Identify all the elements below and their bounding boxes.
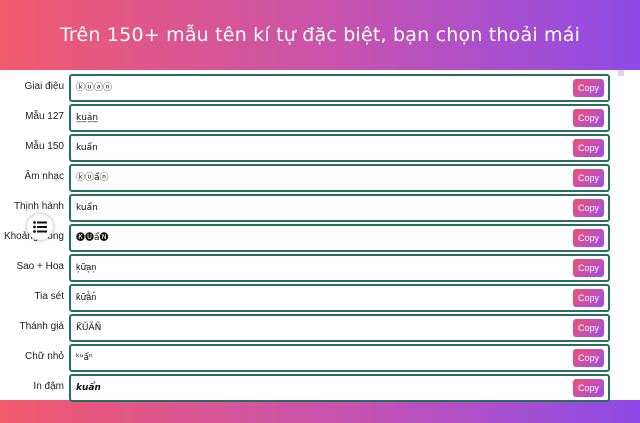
table-row: Khoảng trống 🅚🅤ẩ🅝 Copy — [0, 223, 640, 253]
table-row: Mẫu 127 k̲u̲ả̲n̲ Copy — [0, 103, 640, 133]
table-row: Mẫu 150 kuẩn Copy — [0, 133, 640, 163]
floating-menu-button[interactable] — [27, 214, 53, 240]
styled-name-field[interactable]: k͛ữâ͛n͛ Copy — [69, 284, 610, 312]
styled-name-value: ⓚⓤⓐⓝ — [76, 83, 113, 93]
style-label: Mẫu 150 — [25, 141, 64, 152]
copy-button[interactable]: Copy — [573, 199, 604, 217]
copy-button[interactable]: Copy — [573, 109, 604, 127]
copy-button[interactable]: Copy — [573, 379, 604, 397]
table-row: In đậm kuẩn Copy — [0, 373, 640, 403]
styled-name-field[interactable]: k̲u̲ả̲n̲ Copy — [69, 104, 610, 132]
style-label: Âm nhạc — [24, 171, 64, 182]
copy-button[interactable]: Copy — [573, 289, 604, 307]
styled-name-value: kuẩn — [76, 383, 101, 393]
styled-name-field[interactable]: kuẩn Copy — [69, 134, 610, 162]
font-style-list: Giai điệu ⓚⓤⓐⓝ Copy Mẫu 127 k̲u̲ả̲n̲ Copy Mẫu … — [0, 73, 640, 403]
font-list-panel: Giai điệu ⓚⓤⓐⓝ Copy Mẫu 127 k̲u̲ả̲n̲ Copy Mẫu … — [0, 70, 640, 403]
copy-button[interactable]: Copy — [573, 229, 604, 247]
table-row: Chữ nhỏ ᵏᵘẩⁿ Copy — [0, 343, 640, 373]
style-label: Giai điệu — [24, 81, 64, 92]
styled-name-value: kuẩn — [76, 203, 98, 213]
styled-name-value: k̲u̲ả̲n̲ — [76, 113, 99, 123]
styled-name-value: k͛ữâ͛n͛ — [76, 293, 97, 303]
styled-name-field[interactable]: ⓚⓤẩⓝ Copy — [69, 164, 610, 192]
style-label: Chữ nhỏ — [25, 351, 64, 362]
table-row: Giai điệu ⓚⓤⓐⓝ Copy — [0, 73, 640, 103]
copy-button[interactable]: Copy — [573, 259, 604, 277]
styled-name-field[interactable]: 🅚🅤ẩ🅝 Copy — [69, 224, 610, 252]
list-icon — [33, 221, 47, 233]
table-row: Thịnh hành kuẩn Copy — [0, 193, 640, 223]
table-row: Sao + Hoa k͙ữa͙n͙ Copy — [0, 253, 640, 283]
styled-name-value: K̃ŨÃÑ — [76, 323, 102, 333]
page-title: Trên 150+ mẫu tên kí tự đặc biệt, bạn ch… — [59, 24, 581, 46]
styled-name-value: k͙ữa͙n͙ — [76, 263, 97, 273]
styled-name-field[interactable]: ⓚⓤⓐⓝ Copy — [69, 74, 610, 102]
style-label: Tia sét — [34, 291, 64, 302]
style-label: Sao + Hoa — [16, 261, 64, 272]
style-label: Mẫu 127 — [25, 111, 64, 122]
styled-name-value: 🅚🅤ẩ🅝 — [76, 233, 109, 243]
copy-button[interactable]: Copy — [573, 349, 604, 367]
table-row: Tia sét k͛ữâ͛n͛ Copy — [0, 283, 640, 313]
table-row: Thánh giá K̃ŨÃÑ Copy — [0, 313, 640, 343]
footer-gradient-strip — [0, 400, 640, 423]
copy-button[interactable]: Copy — [573, 79, 604, 97]
styled-name-field[interactable]: K̃ŨÃÑ Copy — [69, 314, 610, 342]
styled-name-value: kuẩn — [76, 143, 98, 153]
styled-name-field[interactable]: k͙ữa͙n͙ Copy — [69, 254, 610, 282]
table-row: Âm nhạc ⓚⓤẩⓝ Copy — [0, 163, 640, 193]
styled-name-field[interactable]: ᵏᵘẩⁿ Copy — [69, 344, 610, 372]
copy-button[interactable]: Copy — [573, 319, 604, 337]
style-label: In đậm — [33, 381, 64, 392]
header-banner: Trên 150+ mẫu tên kí tự đặc biệt, bạn ch… — [0, 0, 640, 70]
styled-name-value: ᵏᵘẩⁿ — [76, 353, 93, 363]
copy-button[interactable]: Copy — [573, 139, 604, 157]
style-label: Thánh giá — [19, 321, 64, 332]
styled-name-field[interactable]: kuẩn Copy — [69, 194, 610, 222]
copy-button[interactable]: Copy — [573, 169, 604, 187]
styled-name-value: ⓚⓤẩⓝ — [76, 173, 109, 183]
styled-name-field[interactable]: kuẩn Copy — [69, 374, 610, 402]
